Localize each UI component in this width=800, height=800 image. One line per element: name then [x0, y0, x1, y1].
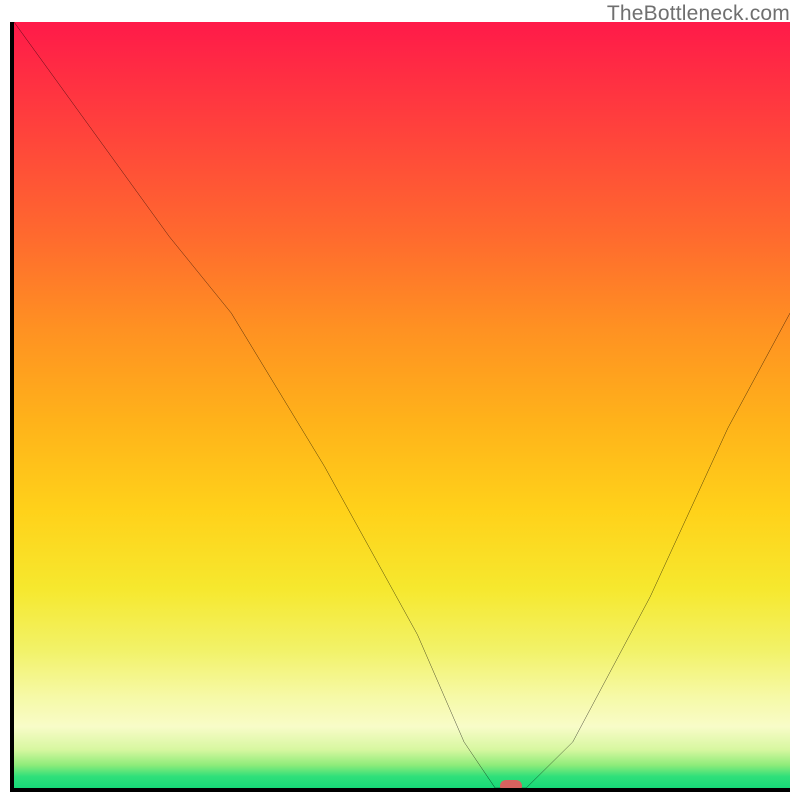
bottleneck-line	[14, 22, 790, 788]
chart-container: TheBottleneck.com	[0, 0, 800, 800]
plot-area	[10, 22, 790, 792]
optimal-point-marker	[500, 780, 522, 792]
